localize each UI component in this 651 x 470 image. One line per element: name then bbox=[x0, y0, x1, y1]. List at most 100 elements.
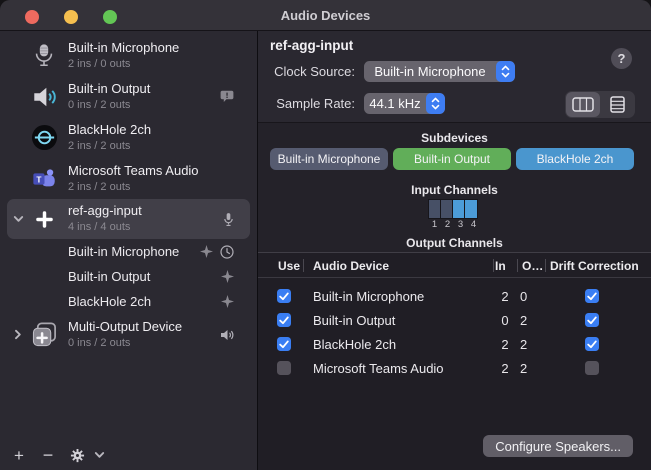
channels-section: Subdevices Built-in MicrophoneBuilt-in O… bbox=[258, 123, 651, 252]
sidebar-item-built-in-output[interactable]: Built-in Output0 ins / 2 outs bbox=[7, 76, 250, 117]
drift-unchecked-checkbox[interactable] bbox=[585, 361, 599, 375]
table-row-microsoft-teams-audio[interactable]: Microsoft Teams Audio22 bbox=[258, 356, 651, 380]
audio-device-cell: Built-in Output bbox=[303, 313, 493, 328]
check-icon bbox=[587, 292, 597, 301]
subdevice-pill-built-in-microphone[interactable]: Built-in Microphone bbox=[270, 148, 388, 170]
sidebar-item-multi-output-device[interactable]: Multi-Output Device0 ins / 2 outs bbox=[7, 314, 250, 355]
chevron-down-icon[interactable] bbox=[13, 215, 24, 223]
device-io-detail: 0 ins / 2 outs bbox=[68, 99, 150, 112]
minimize-button[interactable] bbox=[64, 10, 78, 24]
sidebar-subitem-built-in-microphone[interactable]: Built-in Microphone bbox=[7, 239, 250, 264]
sidebar-item-microsoft-teams-audio[interactable]: TMicrosoft Teams Audio2 ins / 2 outs bbox=[7, 158, 250, 199]
check-icon bbox=[587, 340, 597, 349]
speaker-icon bbox=[31, 84, 58, 110]
sample-rate-value: 44.1 kHz bbox=[364, 93, 426, 114]
zoom-button[interactable] bbox=[103, 10, 117, 24]
in-count-cell: 2 bbox=[493, 289, 517, 304]
subdevice-pill-built-in-output[interactable]: Built-in Output bbox=[393, 148, 511, 170]
stepper-chevrons-icon bbox=[431, 97, 440, 110]
signal-spark-icon bbox=[221, 270, 234, 283]
use-checked-checkbox[interactable] bbox=[277, 289, 291, 303]
window-title: Audio Devices bbox=[281, 8, 371, 23]
configure-speakers-button[interactable]: Configure Speakers... bbox=[483, 435, 633, 457]
table-row-built-in-output[interactable]: Built-in Output02 bbox=[258, 308, 651, 332]
use-checked-checkbox[interactable] bbox=[277, 337, 291, 351]
sidebar-subitem-built-in-output[interactable]: Built-in Output bbox=[7, 264, 250, 289]
svg-text:T: T bbox=[36, 174, 41, 184]
channel-number: 2 bbox=[441, 219, 454, 230]
column-header-out[interactable]: O… bbox=[517, 253, 545, 278]
blackhole-icon bbox=[31, 124, 58, 151]
remove-device-button[interactable]: − bbox=[39, 445, 57, 465]
column-header-audio-device[interactable]: Audio Device bbox=[303, 253, 493, 278]
column-header-in[interactable]: In bbox=[493, 253, 517, 278]
out-count-cell: 2 bbox=[517, 313, 545, 328]
device-name: Microsoft Teams Audio bbox=[68, 164, 199, 179]
table-row-built-in-microphone[interactable]: Built-in Microphone20 bbox=[258, 284, 651, 308]
teams-icon: T bbox=[30, 165, 58, 193]
columns-view-button[interactable] bbox=[566, 92, 600, 117]
speaker-small-icon bbox=[220, 329, 234, 341]
rows-view-icon bbox=[610, 96, 625, 113]
device-name: BlackHole 2ch bbox=[68, 123, 151, 138]
sidebar-subitem-blackhole-2ch[interactable]: BlackHole 2ch bbox=[7, 289, 250, 314]
out-count-cell: 0 bbox=[517, 289, 545, 304]
sidebar-item-blackhole-2ch[interactable]: BlackHole 2ch2 ins / 2 outs bbox=[7, 117, 250, 158]
check-icon bbox=[587, 316, 597, 325]
sample-rate-label: Sample Rate: bbox=[270, 96, 355, 111]
channel-cell-1[interactable] bbox=[429, 200, 441, 218]
clock-source-value: Built-in Microphone bbox=[364, 61, 496, 82]
channel-cell-3[interactable] bbox=[453, 200, 465, 218]
microphone-icon bbox=[30, 42, 58, 70]
use-checked-checkbox[interactable] bbox=[277, 313, 291, 327]
subdevice-name: BlackHole 2ch bbox=[68, 294, 151, 309]
add-device-button[interactable]: + bbox=[10, 445, 28, 465]
sidebar-item-built-in-microphone[interactable]: Built-in Microphone2 ins / 0 outs bbox=[7, 35, 250, 76]
subdevice-name: Built-in Microphone bbox=[68, 244, 179, 259]
out-count-cell: 2 bbox=[517, 361, 545, 376]
drift-checked-checkbox[interactable] bbox=[585, 337, 599, 351]
sidebar-item-ref-agg-input[interactable]: ref-agg-input4 ins / 4 outs bbox=[7, 199, 250, 239]
subdevice-name: Built-in Output bbox=[68, 269, 150, 284]
device-name: Built-in Microphone bbox=[68, 41, 179, 56]
use-unchecked-checkbox[interactable] bbox=[277, 361, 291, 375]
device-io-detail: 0 ins / 2 outs bbox=[68, 337, 182, 350]
drift-checked-checkbox[interactable] bbox=[585, 289, 599, 303]
help-button[interactable]: ? bbox=[611, 48, 632, 69]
sample-rate-dropdown[interactable]: 44.1 kHz bbox=[364, 93, 445, 114]
titlebar[interactable]: Audio Devices bbox=[0, 0, 651, 31]
output-channels-heading: Output Channels bbox=[258, 236, 651, 250]
input-channel-meter[interactable] bbox=[428, 199, 478, 219]
table-row-blackhole-2ch[interactable]: BlackHole 2ch22 bbox=[258, 332, 651, 356]
column-header-drift-correction[interactable]: Drift Correction bbox=[545, 253, 639, 278]
check-icon bbox=[279, 292, 289, 301]
channel-number: 3 bbox=[454, 219, 467, 230]
rows-view-button[interactable] bbox=[600, 92, 634, 117]
chevron-right-icon[interactable] bbox=[14, 329, 22, 340]
actions-chevron-down-icon[interactable] bbox=[90, 445, 108, 465]
sample-rate-stepper bbox=[426, 93, 445, 114]
check-icon bbox=[279, 340, 289, 349]
clock-source-stepper bbox=[496, 61, 515, 82]
device-list: Built-in Microphone2 ins / 0 outsBuilt-i… bbox=[0, 31, 257, 355]
sidebar-toolbar: + − bbox=[0, 440, 257, 470]
drift-checked-checkbox[interactable] bbox=[585, 313, 599, 327]
disclosure-chevron-right-icon[interactable] bbox=[7, 329, 29, 340]
gear-button[interactable] bbox=[68, 445, 86, 465]
channel-cell-4[interactable] bbox=[465, 200, 477, 218]
alert-bubble-icon bbox=[220, 90, 234, 103]
out-count-cell: 2 bbox=[517, 337, 545, 352]
clock-source-dropdown[interactable]: Built-in Microphone bbox=[364, 61, 515, 82]
signal-spark-icon bbox=[221, 295, 234, 308]
channel-number: 1 bbox=[428, 219, 441, 230]
view-toggle bbox=[565, 91, 635, 118]
close-button[interactable] bbox=[25, 10, 39, 24]
microphone-icon bbox=[31, 42, 57, 69]
chevron-down-icon[interactable] bbox=[94, 451, 105, 459]
disclosure-chevron-down-icon[interactable] bbox=[7, 215, 29, 223]
column-header-use[interactable]: Use bbox=[270, 253, 303, 278]
multi-output-icon bbox=[31, 321, 58, 348]
subdevice-pill-blackhole-2ch[interactable]: BlackHole 2ch bbox=[516, 148, 634, 170]
microphone-small-icon bbox=[223, 212, 234, 227]
channel-cell-2[interactable] bbox=[441, 200, 453, 218]
